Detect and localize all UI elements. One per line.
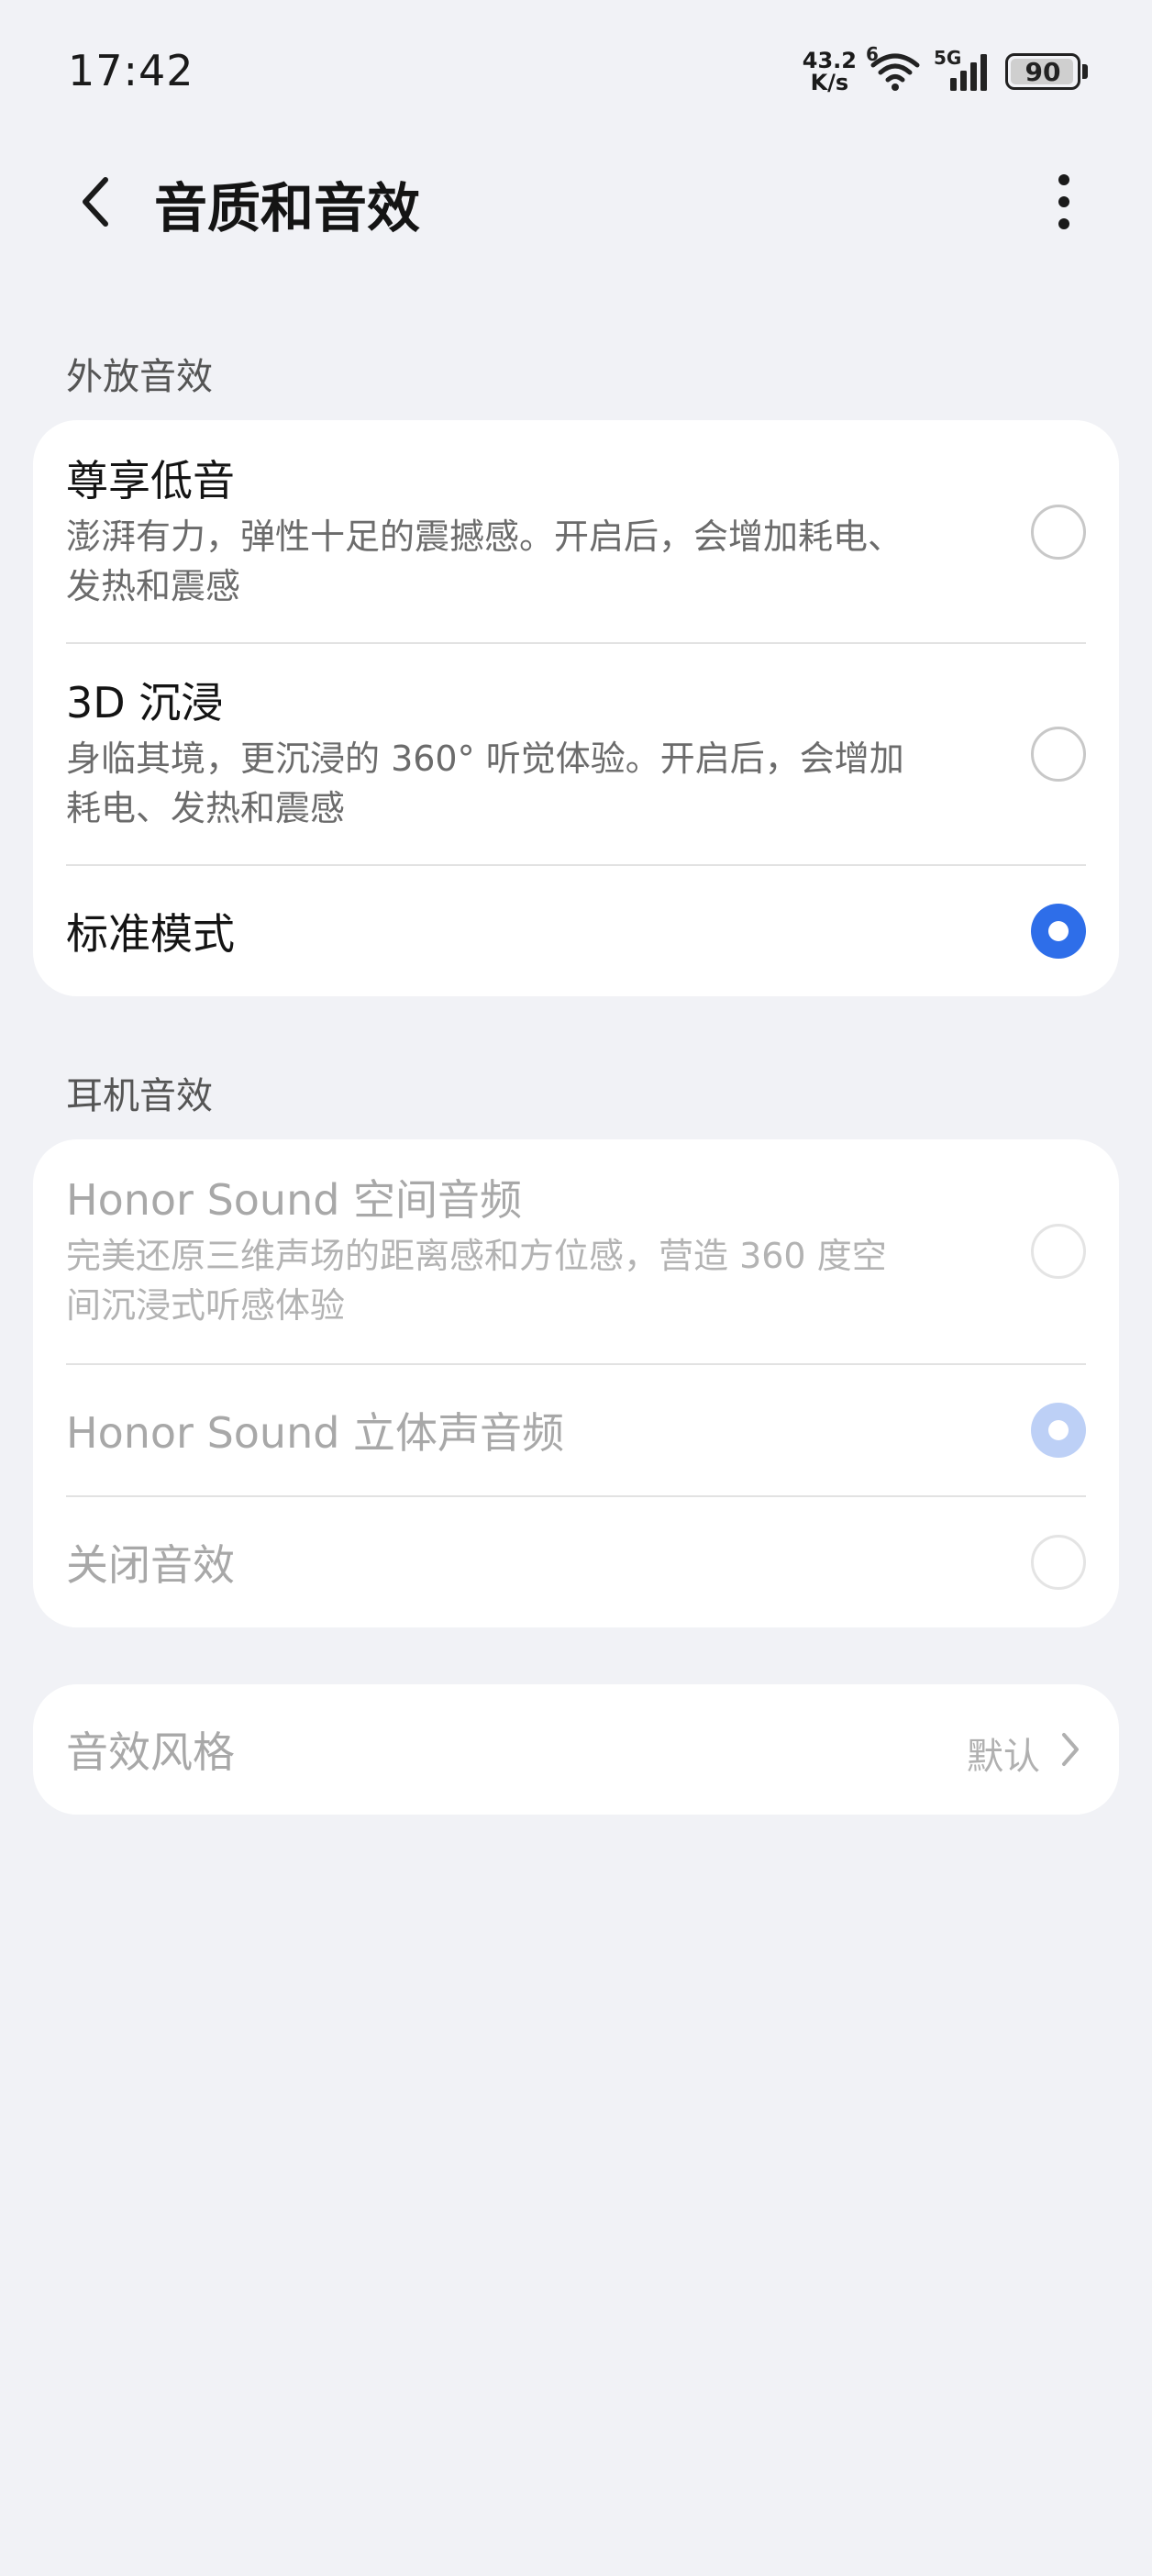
- radio-spatial-audio[interactable]: [1031, 1224, 1086, 1279]
- section-label-headphone: 耳机音效: [66, 1075, 213, 1117]
- radio-stereo-audio[interactable]: [1031, 1403, 1086, 1458]
- option-title: Honor Sound 空间音频: [66, 1175, 523, 1225]
- battery-level: 90: [1005, 53, 1080, 90]
- sound-style-label: 音效风格: [66, 1727, 235, 1777]
- option-desc: 澎湃有力，弹性十足的震撼感。开启后，会增加耗电、 发热和震感: [66, 512, 983, 611]
- wifi-icon: 6: [866, 43, 921, 93]
- option-desc-line: 耗电、发热和震感: [66, 788, 346, 828]
- net-speed-unit: K/s: [810, 70, 849, 95]
- option-desc-line: 完美还原三维声场的距离感和方位感，营造 360 度空: [66, 1236, 887, 1276]
- battery-cap: [1082, 64, 1088, 79]
- header: 音质和音效: [0, 147, 1152, 257]
- status-time: 17:42: [68, 46, 194, 95]
- option-title: Honor Sound 立体声音频: [66, 1408, 565, 1458]
- radio-effects-off[interactable]: [1031, 1535, 1086, 1590]
- sound-style-row[interactable]: 音效风格 默认: [66, 1684, 1086, 1815]
- radio-3d[interactable]: [1031, 727, 1086, 782]
- option-3d[interactable]: 3D 沉浸 身临其境，更沉浸的 360° 听觉体验。开启后，会增加 耗电、发热和…: [66, 644, 1086, 866]
- more-vertical-icon: [1058, 174, 1069, 229]
- section-label-speaker: 外放音效: [66, 356, 213, 398]
- option-desc-line: 间沉浸式听感体验: [66, 1285, 346, 1326]
- net-speed: 43.2 K/s: [803, 50, 857, 94]
- radio-bass[interactable]: [1031, 505, 1086, 560]
- sound-style-value: 默认: [967, 1736, 1040, 1778]
- option-title: 标准模式: [66, 909, 235, 959]
- page-title: 音质和音效: [154, 177, 421, 239]
- option-bass[interactable]: 尊享低音 澎湃有力，弹性十足的震撼感。开启后，会增加耗电、 发热和震感: [66, 420, 1086, 642]
- option-desc: 身临其境，更沉浸的 360° 听觉体验。开启后，会增加 耗电、发热和震感: [66, 734, 983, 833]
- speaker-effects-card: 尊享低音 澎湃有力，弹性十足的震撼感。开启后，会增加耗电、 发热和震感 3D 沉…: [33, 420, 1119, 996]
- headphone-effects-card: Honor Sound 空间音频 完美还原三维声场的距离感和方位感，营造 360…: [33, 1139, 1119, 1627]
- option-title: 3D 沉浸: [66, 678, 224, 727]
- radio-standard[interactable]: [1031, 904, 1086, 959]
- option-stereo-audio[interactable]: Honor Sound 立体声音频: [66, 1365, 1086, 1495]
- chevron-left-icon: [83, 177, 108, 227]
- option-effects-off[interactable]: 关闭音效: [66, 1497, 1086, 1627]
- net-speed-value: 43.2: [802, 48, 857, 73]
- option-desc-line: 澎湃有力，弹性十足的震撼感。开启后，会增加耗电、: [66, 516, 903, 557]
- option-desc-line: 身临其境，更沉浸的 360° 听觉体验。开启后，会增加: [66, 738, 904, 779]
- more-options-button[interactable]: [1036, 170, 1091, 234]
- battery-icon: 90: [1005, 53, 1088, 90]
- status-bar: 17:42 43.2 K/s 6 5G 90: [0, 0, 1152, 147]
- option-desc-line: 发热和震感: [66, 566, 241, 606]
- sound-style-card: 音效风格 默认: [33, 1684, 1119, 1815]
- back-button[interactable]: [64, 170, 128, 234]
- option-standard[interactable]: 标准模式: [66, 866, 1086, 996]
- option-title: 关闭音效: [66, 1540, 235, 1590]
- signal-icon: 5G: [934, 47, 992, 93]
- chevron-right-icon: [1062, 1733, 1079, 1766]
- option-title: 尊享低音: [66, 456, 235, 505]
- wifi-badge: 6: [866, 43, 879, 65]
- option-desc: 完美还原三维声场的距离感和方位感，营造 360 度空 间沉浸式听感体验: [66, 1231, 983, 1330]
- battery-percent: 90: [1025, 56, 1061, 87]
- option-spatial-audio[interactable]: Honor Sound 空间音频 完美还原三维声场的距离感和方位感，营造 360…: [66, 1139, 1086, 1363]
- status-icons: 43.2 K/s 6 5G 90: [803, 43, 1088, 95]
